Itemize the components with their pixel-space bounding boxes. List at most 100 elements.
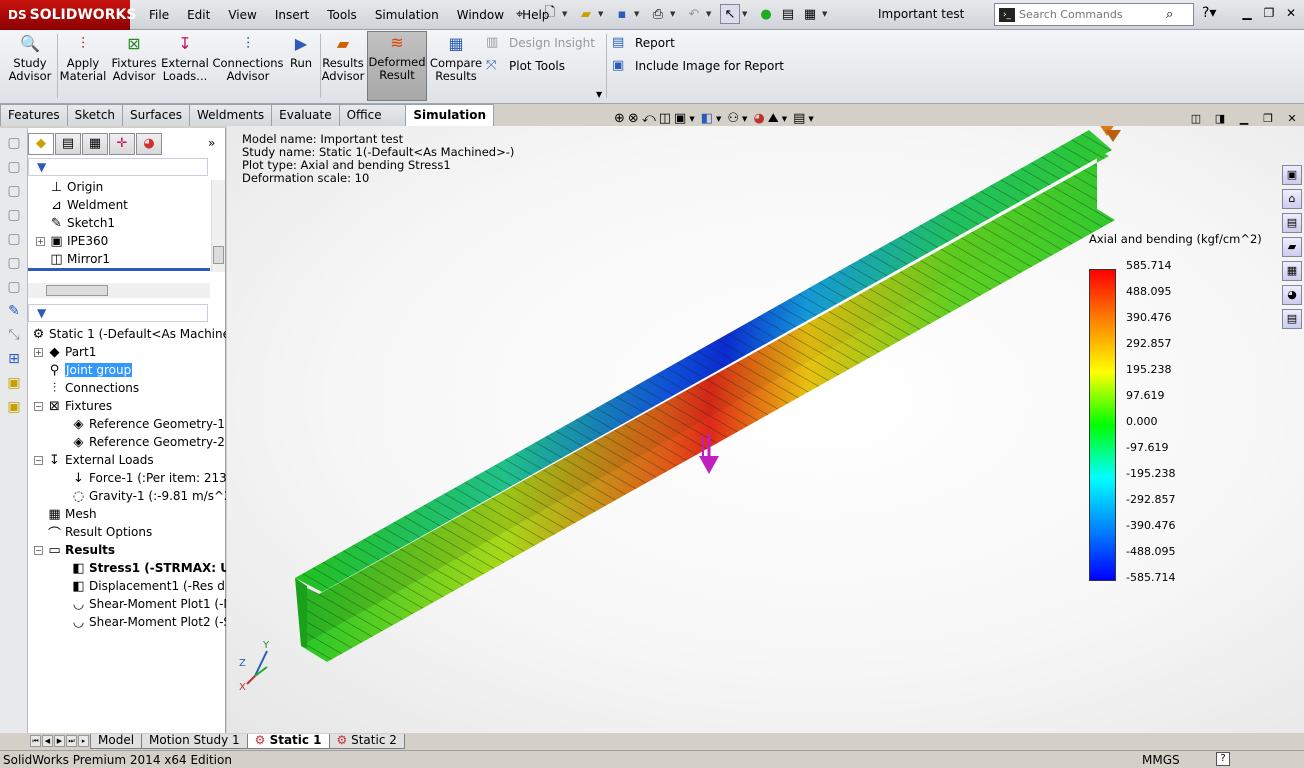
more-tabs-icon[interactable]: » <box>208 136 215 150</box>
apply-scene-dropdown-icon[interactable]: ▼ <box>782 115 787 123</box>
deformed-result-button[interactable]: ≋ Deformed Result <box>367 31 427 101</box>
print-icon[interactable]: ⎙ <box>648 4 668 24</box>
study-tree-item[interactable]: ◈ Reference Geometry-1 (:va <box>28 415 227 433</box>
study-tree-item[interactable]: ◈ Reference Geometry-2 (:va <box>28 433 227 451</box>
study-tree-item[interactable]: ⫶ Connections <box>28 379 226 397</box>
new-document-icon[interactable]: 🗋 <box>540 4 560 24</box>
study-tree-item[interactable]: ▦ Mesh <box>28 505 226 523</box>
open-dropdown-icon[interactable]: ▼ <box>598 10 606 18</box>
tab-model[interactable]: Model <box>90 733 143 749</box>
menu-view[interactable]: View <box>219 8 265 22</box>
feature-filter[interactable]: ▼ <box>28 158 208 176</box>
undo-icon[interactable]: ↶ <box>684 4 704 24</box>
run-button[interactable]: ▶ Run <box>286 33 316 101</box>
loft-icon[interactable]: ▢ <box>5 230 23 248</box>
menu-simulation[interactable]: Simulation <box>366 8 448 22</box>
next-tab-icon[interactable]: ▶ <box>54 735 65 747</box>
prev-tab-icon[interactable]: ◀ <box>42 735 53 747</box>
view-settings-dropdown-icon[interactable]: ▼ <box>808 115 813 123</box>
save-dropdown-icon[interactable]: ▼ <box>634 10 642 18</box>
view-orientation-dropdown-icon[interactable]: ▼ <box>689 115 694 123</box>
layer2-icon[interactable]: ▣ <box>5 398 23 416</box>
results-advisor-button[interactable]: ▰ Results Advisor <box>322 33 365 101</box>
viewport-split-icon[interactable]: ◫ <box>1184 112 1208 125</box>
menu-edit[interactable]: Edit <box>178 8 219 22</box>
unit-system[interactable]: MMGS <box>1142 753 1180 767</box>
last-tab-icon[interactable]: ⏭ <box>66 735 77 747</box>
extrude-icon[interactable]: ▢ <box>5 158 23 176</box>
feature-manager-tab-icon[interactable]: ◆ <box>28 133 54 155</box>
study-filter[interactable]: ▼ <box>28 304 208 322</box>
scroll-thumb[interactable] <box>213 246 224 264</box>
display-manager-tab-icon[interactable]: ◕ <box>136 133 162 155</box>
plot-tools-dropdown-icon[interactable]: ▼ <box>596 90 602 99</box>
edit-sketch-icon[interactable]: ✎ <box>5 302 23 320</box>
study-tree-item[interactable]: + ◆ Part1 <box>28 343 226 361</box>
feature-tree-item[interactable]: ⊿ Weldment <box>28 196 226 214</box>
feature-tree-hscroll[interactable] <box>28 283 210 298</box>
shell-icon[interactable]: ▢ <box>5 278 23 296</box>
include-image-button[interactable]: ▣ Include Image for Report <box>612 58 784 73</box>
tab-scroll-icon[interactable]: ▸ <box>78 735 89 747</box>
smart-dimension-icon[interactable]: ⤡ <box>5 326 23 344</box>
tab-static-2[interactable]: ⚙ Static 2 <box>328 733 405 749</box>
study-tree-item[interactable]: ◡ Shear-Moment Plot1 (-Mo <box>28 595 226 613</box>
home-icon[interactable]: ⌂ <box>1282 189 1302 209</box>
sketch-tool-icon[interactable]: ▢ <box>5 134 23 152</box>
study-tree-item[interactable]: − ▭ Results <box>28 541 226 559</box>
options-icon[interactable]: ▦ <box>800 4 820 24</box>
menu-tools[interactable]: Tools <box>318 8 366 22</box>
tab-office-products[interactable]: Office Products <box>338 104 407 142</box>
study-tree-item[interactable]: − ⊠ Fixtures <box>28 397 226 415</box>
beam-model[interactable]: Y Z X <box>227 126 1304 733</box>
custom-properties-icon[interactable]: ▤ <box>1282 309 1302 329</box>
graphics-area[interactable]: ⊕ ⊗ ⤺ ◫ ▣ ▼ ◧ ▼ ⚇ ▼ ◕ ⛰ ▼ ▤ ▼ ◫ ◨ ▁ ❐ ✕ Model… <box>227 111 1304 733</box>
options-dropdown-icon[interactable]: ▼ <box>822 10 830 18</box>
minimize-icon[interactable]: ▁ <box>1236 4 1258 22</box>
feature-tree-item[interactable]: ✎ Sketch1 <box>28 214 226 232</box>
tab-features[interactable]: Features <box>0 104 68 126</box>
configuration-manager-tab-icon[interactable]: ▦ <box>82 133 108 155</box>
file-explorer-icon[interactable]: ▰ <box>1282 237 1302 257</box>
select-dropdown-icon[interactable]: ▼ <box>742 10 750 18</box>
search-icon[interactable]: ⌕ <box>1166 7 1173 22</box>
new-dropdown-icon[interactable]: ▼ <box>562 10 570 18</box>
revolve-icon[interactable]: ▢ <box>5 182 23 200</box>
study-advisor-button[interactable]: 🔍 Study Advisor <box>9 33 52 101</box>
hide-show-icon[interactable]: ⚇ <box>727 111 739 126</box>
design-library-icon[interactable]: ▤ <box>1282 213 1302 233</box>
tab-weldments[interactable]: Weldments <box>189 104 273 126</box>
sweep-icon[interactable]: ▢ <box>5 206 23 224</box>
study-tree-item[interactable]: ↓ Force-1 (:Per item: 21336.7 <box>28 469 226 487</box>
help-status-icon[interactable]: ? <box>1216 752 1230 766</box>
feature-tree-item[interactable]: ⊥ Origin <box>28 178 226 196</box>
display-style-dropdown-icon[interactable]: ▼ <box>716 115 721 123</box>
view-palette-icon[interactable]: ▦ <box>1282 261 1302 281</box>
report-button[interactable]: ▤ Report <box>612 35 675 50</box>
tab-motion-study-1[interactable]: Motion Study 1 <box>141 733 248 749</box>
property-manager-tab-icon[interactable]: ▤ <box>55 133 81 155</box>
close-icon[interactable]: ✕ <box>1280 4 1302 22</box>
solidworks-resources-icon[interactable]: ▣ <box>1282 165 1302 185</box>
section-view-icon[interactable]: ◫ <box>659 111 671 126</box>
tab-simulation[interactable]: Simulation <box>405 104 495 127</box>
external-loads-button[interactable]: ↧ External Loads... <box>161 33 209 101</box>
dimxpert-tab-icon[interactable]: ✛ <box>109 133 135 155</box>
undo-dropdown-icon[interactable]: ▼ <box>706 10 714 18</box>
tab-static-1[interactable]: ⚙ Static 1 <box>246 733 330 749</box>
viewport-restore-icon[interactable]: ❐ <box>1256 112 1280 125</box>
design-insight-button[interactable]: ▥ Design Insight <box>486 35 595 50</box>
edit-appearance-icon[interactable]: ◕ <box>753 111 764 126</box>
expand-icon[interactable]: + <box>36 236 45 246</box>
appearances-icon[interactable]: ◕ <box>1282 285 1302 305</box>
expand-icon[interactable]: − <box>34 455 43 465</box>
save-icon[interactable]: ▪ <box>612 4 632 24</box>
tab-sketch[interactable]: Sketch <box>66 104 124 126</box>
rebuild-icon[interactable]: ● <box>756 4 776 24</box>
display-style-icon[interactable]: ◧ <box>701 111 713 126</box>
viewport-single-icon[interactable]: ◨ <box>1208 112 1232 125</box>
apply-material-button[interactable]: ⫶ Apply Material <box>60 33 107 101</box>
pin-icon[interactable]: ⌖ <box>516 7 523 22</box>
viewport-minimize-icon[interactable]: ▁ <box>1232 112 1256 125</box>
study-tree-item[interactable]: ◌ Gravity-1 (:-9.81 m/s^2:) <box>28 487 226 505</box>
